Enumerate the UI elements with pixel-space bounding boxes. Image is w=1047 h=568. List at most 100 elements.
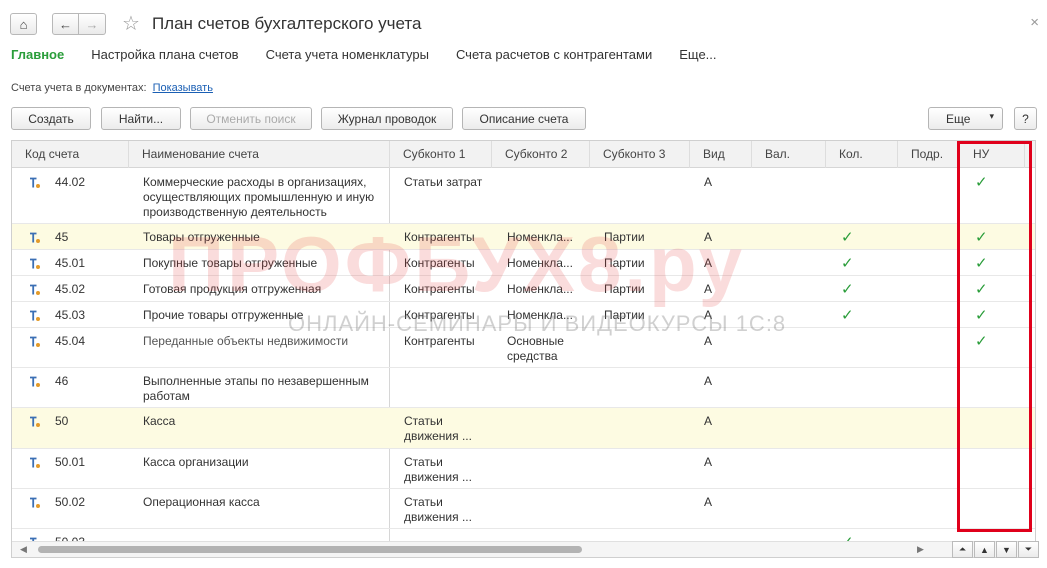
subconto3-value: Партии [604,230,645,244]
account-kind: А [704,374,713,388]
col-subconto1[interactable]: Субконто 1 [390,141,492,168]
account-type-icon [30,376,40,387]
account-name: Товары отгруженные [143,230,260,244]
subconto3-value [604,529,690,535]
account-name: Касса организации [143,455,249,469]
subconto2-value [507,169,593,175]
horizontal-scrollbar[interactable]: ◀ ▶ [12,541,1035,557]
scrollbar-thumb[interactable] [38,546,582,553]
scroll-down-button[interactable]: ▼ [996,541,1017,558]
account-kind: А [704,308,713,322]
subconto1-value: Статьи движения ... [404,495,472,524]
col-currency[interactable]: Вал. [752,141,826,168]
account-kind: А [704,455,713,469]
account-name: Готовая продукция отгруженная [143,282,322,296]
create-button[interactable]: Создать [11,107,91,130]
account-kind: А [704,175,713,189]
arrow-down-icon: ▼ [1002,544,1011,555]
menu-item-more[interactable]: Еще... [679,47,716,62]
account-name: Покупные товары отгруженные [143,256,318,270]
subconto2-value [507,529,593,535]
col-kind[interactable]: Вид [690,141,752,168]
account-name: Прочие товары отгруженные [143,308,304,322]
account-code: 45.03 [55,308,86,322]
account-code: 45.04 [55,334,86,348]
menu-item-nomenclature[interactable]: Счета учета номенклатуры [266,47,429,62]
scroll-right-icon[interactable]: ▶ [917,544,924,555]
account-kind: А [704,282,713,296]
subconto3-value: Партии [604,256,645,270]
scroll-up-button[interactable]: ▲ [974,541,995,558]
table-row[interactable]: 45.02 Готовая продукция отгруженная Контра… [12,276,1035,302]
show-link[interactable]: Показывать [153,82,213,94]
col-tax-accounting[interactable]: НУ [960,141,1025,168]
table-row[interactable]: 45 Товары отгруженные Контрагенты Номенкла.… [12,224,1035,250]
quantity-check-icon: ✓ [841,307,854,324]
forward-button[interactable]: → [79,13,106,35]
table-row[interactable]: 45.01 Покупные товары отгруженные Контраге… [12,250,1035,276]
account-code: 46 [55,374,69,388]
subconto1-value [404,368,494,374]
account-kind [704,529,710,535]
account-name: Касса [143,414,176,428]
scroll-left-icon[interactable]: ◀ [20,544,27,555]
account-type-icon [30,416,40,427]
subconto2-value: Номенкла... [507,282,573,296]
table-row[interactable]: 46 Выполненные этапы по незавершенным раб… [12,368,1035,408]
table-row[interactable]: 45.03 Прочие товары отгруженные Контрагент… [12,302,1035,328]
col-code[interactable]: Код счета [12,141,129,168]
arrow-right-icon: → [85,16,99,32]
table-row[interactable]: 44.02 Коммерческие расходы в организациях… [12,169,1035,224]
subconto1-value: Контрагенты [404,282,475,296]
account-name: Переданные объекты недвижимости [143,334,349,348]
col-subdivision[interactable]: Подр. [898,141,960,168]
quantity-check-icon: ✓ [841,255,854,272]
tax-accounting-check-icon: ✓ [975,174,988,191]
table-row[interactable]: 50.02 Операционная касса Статьи движения .… [12,489,1035,529]
subconto1-value: Контрагенты [404,308,475,322]
subconto3-value [604,408,690,414]
back-button[interactable]: ← [52,13,79,35]
cancel-search-button[interactable]: Отменить поиск [190,107,312,130]
documents-accounts-line: Счета учета в документах: Показывать [11,82,213,94]
menu-item-counterparties[interactable]: Счета расчетов с контрагентами [456,47,652,62]
subconto2-value: Номенкла... [507,230,573,244]
subconto2-value [507,368,593,374]
close-icon[interactable]: × [1030,14,1039,31]
subconto3-value [604,328,690,334]
arrow-left-icon: ← [59,16,72,32]
col-subconto3[interactable]: Субконто 3 [590,141,690,168]
col-quantity[interactable]: Кол. [826,141,898,168]
menu-item-settings[interactable]: Настройка плана счетов [91,47,238,62]
subconto1-value: Контрагенты [404,256,475,270]
menu-item-main[interactable]: Главное [11,47,64,62]
account-type-icon [30,177,40,188]
subconto2-value: Основные средства [507,334,564,363]
account-type-icon [30,336,40,347]
help-button[interactable]: ? [1014,107,1037,130]
home-icon: ⌂ [19,16,28,32]
favorite-star-icon[interactable]: ☆ [122,14,140,34]
find-button[interactable]: Найти... [101,107,181,130]
subconto3-value [604,368,690,374]
quantity-check-icon: ✓ [841,281,854,298]
account-code: 50.01 [55,455,86,469]
account-description-button[interactable]: Описание счета [462,107,586,130]
subconto3-value: Партии [604,308,645,322]
scroll-bottom-button[interactable]: ⏷ [1018,541,1039,558]
more-dropdown-button[interactable]: Еще ▾ [928,107,1003,130]
tax-accounting-check-icon: ✓ [975,281,988,298]
journal-button[interactable]: Журнал проводок [321,107,453,130]
account-kind: А [704,334,713,348]
table-row[interactable]: 45.04 Переданные объекты недвижимости Конт… [12,328,1035,368]
subconto2-value: Номенкла... [507,308,573,322]
table-row[interactable]: 50.01 Касса организации Статьи движения ..… [12,449,1035,489]
scroll-top-button[interactable]: ⏶ [952,541,973,558]
col-name[interactable]: Наименование счета [129,141,390,168]
table-header: Код счета Наименование счета Субконто 1 … [12,141,1035,168]
more-button-label: Еще [946,111,971,126]
col-subconto2[interactable]: Субконто 2 [492,141,590,168]
home-button[interactable]: ⌂ [10,13,37,35]
subconto1-value: Контрагенты [404,334,475,348]
table-row[interactable]: 50 Касса Статьи движения ... А [12,408,1035,449]
